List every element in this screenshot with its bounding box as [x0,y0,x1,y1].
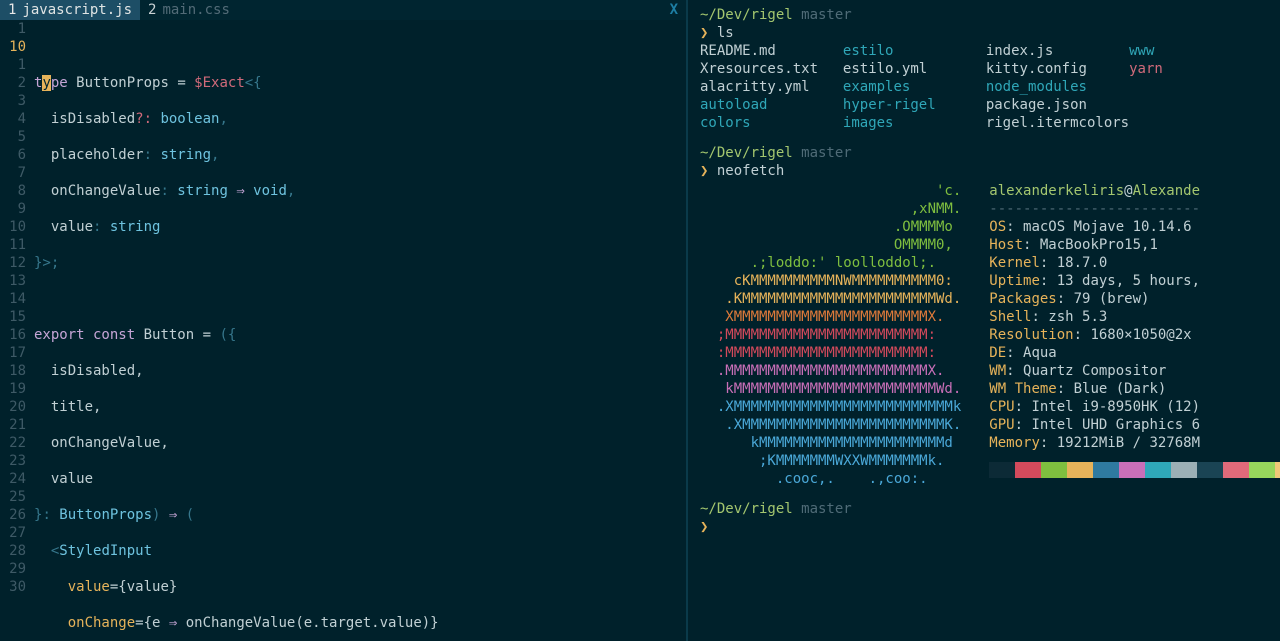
terminal-pane[interactable]: ~/Dev/rigel master ❯ ls README.mdXresour… [688,0,1280,641]
tab-maincss[interactable]: 2 main.css [140,0,238,20]
prompt-line: ~/Dev/rigel master [700,500,1272,518]
command-neofetch: ❯ neofetch [700,162,1272,180]
code-lines: type ButtonProps = $Exact<{ isDisabled?:… [34,20,686,641]
prompt-line: ~/Dev/rigel master [700,6,1272,24]
tab-javascript[interactable]: 1 javascript.js [0,0,140,20]
prompt-line: ~/Dev/rigel master [700,144,1272,162]
prompt-cursor[interactable]: ❯ [700,518,1272,536]
ls-output: README.mdXresources.txtalacritty.ymlauto… [700,42,1272,132]
editor-pane: 1 javascript.js 2 main.css X 11012345678… [0,0,688,641]
tab-bar: 1 javascript.js 2 main.css X [0,0,686,20]
apple-logo-ascii: 'c. ,xNMM. .OMMMMo OMMMM0, .;loddo:' loo… [700,182,961,488]
system-info: alexanderkeliris@Alexande---------------… [989,182,1280,488]
color-swatches [989,462,1280,478]
neofetch-output: 'c. ,xNMM. .OMMMMo OMMMM0, .;loddo:' loo… [700,182,1272,488]
line-number-gutter: 1101234567891011121314151617181920212223… [0,20,34,641]
code-area[interactable]: 1101234567891011121314151617181920212223… [0,20,686,641]
command-ls: ❯ ls [700,24,1272,42]
tab-close-icon[interactable]: X [662,0,686,20]
